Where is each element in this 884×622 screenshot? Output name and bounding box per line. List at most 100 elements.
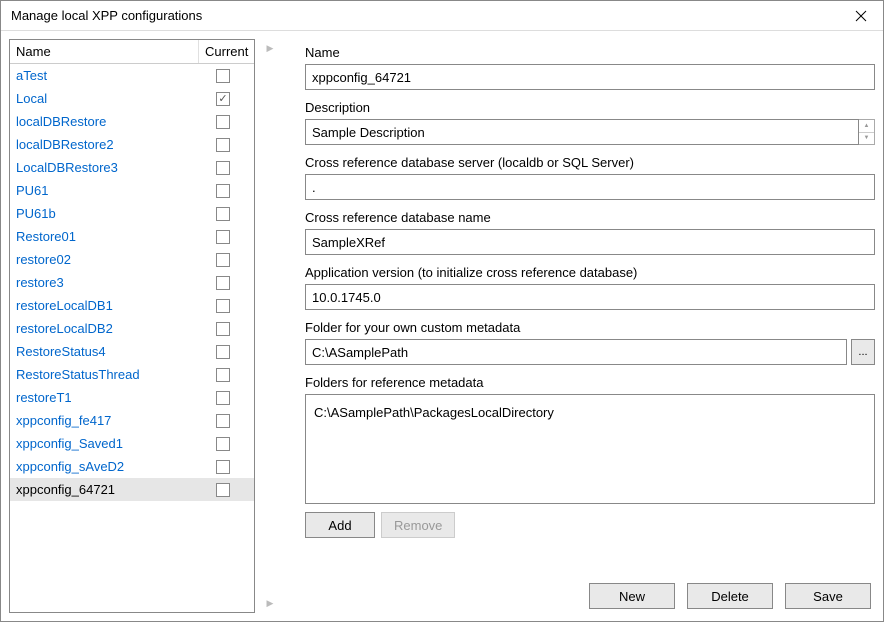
row-current — [198, 460, 248, 474]
checkbox-icon[interactable] — [216, 138, 230, 152]
checkbox-icon[interactable] — [216, 207, 230, 221]
close-icon — [855, 10, 867, 22]
row-current — [198, 161, 248, 175]
row-current — [198, 138, 248, 152]
list-row[interactable]: restoreLocalDB2 — [10, 317, 254, 340]
checkbox-icon[interactable] — [216, 161, 230, 175]
app-version-input[interactable] — [305, 284, 875, 310]
list-row[interactable]: restoreT1 — [10, 386, 254, 409]
row-name: LocalDBRestore3 — [16, 160, 198, 175]
list-row[interactable]: xppconfig_Saved1 — [10, 432, 254, 455]
splitter[interactable]: ▶ ▶ — [263, 39, 277, 613]
list-row[interactable]: Restore01 — [10, 225, 254, 248]
checkbox-icon[interactable]: ✓ — [216, 92, 230, 106]
list-row[interactable]: PU61 — [10, 179, 254, 202]
right-panel: Name Description ▲ ▼ Cross reference dat… — [285, 39, 875, 613]
row-current — [198, 368, 248, 382]
window-title: Manage local XPP configurations — [11, 8, 202, 23]
list-row[interactable]: LocalDBRestore3 — [10, 156, 254, 179]
row-name: PU61b — [16, 206, 198, 221]
row-name: restoreT1 — [16, 390, 198, 405]
list-row[interactable]: RestoreStatusThread — [10, 363, 254, 386]
checkbox-icon[interactable] — [216, 460, 230, 474]
list-row[interactable]: RestoreStatus4 — [10, 340, 254, 363]
list-row[interactable]: PU61b — [10, 202, 254, 225]
browse-button[interactable]: ... — [851, 339, 875, 365]
ref-folder-item[interactable]: C:\ASamplePath\PackagesLocalDirectory — [314, 403, 866, 422]
list-row[interactable]: aTest — [10, 64, 254, 87]
row-current — [198, 345, 248, 359]
list-row[interactable]: localDBRestore — [10, 110, 254, 133]
custom-folder-input[interactable] — [305, 339, 847, 365]
row-name: aTest — [16, 68, 198, 83]
checkbox-icon[interactable] — [216, 414, 230, 428]
row-current — [198, 299, 248, 313]
app-version-label: Application version (to initialize cross… — [305, 265, 875, 280]
checkbox-icon[interactable] — [216, 437, 230, 451]
left-panel: Name Current aTest Local ✓ localDBRestore lo… — [9, 39, 255, 613]
list-row[interactable]: xppconfig_sAveD2 — [10, 455, 254, 478]
new-button[interactable]: New — [589, 583, 675, 609]
row-name: Local — [16, 91, 198, 106]
list-row[interactable]: localDBRestore2 — [10, 133, 254, 156]
row-current — [198, 207, 248, 221]
list-body: aTest Local ✓ localDBRestore localDBRestore2… — [10, 64, 254, 501]
name-input[interactable] — [305, 64, 875, 90]
xref-db-input[interactable] — [305, 229, 875, 255]
checkbox-icon[interactable] — [216, 483, 230, 497]
spinner-down[interactable]: ▼ — [859, 133, 874, 145]
xref-db-label: Cross reference database name — [305, 210, 875, 225]
add-button[interactable]: Add — [305, 512, 375, 538]
checkbox-icon[interactable] — [216, 276, 230, 290]
description-label: Description — [305, 100, 875, 115]
delete-button[interactable]: Delete — [687, 583, 773, 609]
config-list: Name Current aTest Local ✓ localDBRestore lo… — [9, 39, 255, 613]
row-current — [198, 276, 248, 290]
checkbox-icon[interactable] — [216, 345, 230, 359]
row-current — [198, 322, 248, 336]
list-row[interactable]: Local ✓ — [10, 87, 254, 110]
close-button[interactable] — [841, 2, 881, 30]
row-name: xppconfig_Saved1 — [16, 436, 198, 451]
row-name: xppconfig_fe417 — [16, 413, 198, 428]
checkbox-icon[interactable] — [216, 230, 230, 244]
row-name: xppconfig_64721 — [16, 482, 198, 497]
remove-button: Remove — [381, 512, 455, 538]
checkbox-icon[interactable] — [216, 368, 230, 382]
row-name: restoreLocalDB1 — [16, 298, 198, 313]
list-row[interactable]: xppconfig_fe417 — [10, 409, 254, 432]
row-name: PU61 — [16, 183, 198, 198]
row-name: localDBRestore2 — [16, 137, 198, 152]
row-name: xppconfig_sAveD2 — [16, 459, 198, 474]
save-button[interactable]: Save — [785, 583, 871, 609]
chevron-right-icon: ▶ — [267, 43, 274, 54]
ref-folders-listbox[interactable]: C:\ASamplePath\PackagesLocalDirectory — [305, 394, 875, 504]
spinner-up[interactable]: ▲ — [859, 120, 874, 133]
list-row[interactable]: restoreLocalDB1 — [10, 294, 254, 317]
checkbox-icon[interactable] — [216, 184, 230, 198]
list-row[interactable]: xppconfig_64721 — [10, 478, 254, 501]
header-name[interactable]: Name — [10, 40, 199, 63]
form-area: Name Description ▲ ▼ Cross reference dat… — [305, 39, 875, 575]
ref-folders-label: Folders for reference metadata — [305, 375, 875, 390]
list-row[interactable]: restore02 — [10, 248, 254, 271]
checkbox-icon[interactable] — [216, 115, 230, 129]
checkbox-icon[interactable] — [216, 299, 230, 313]
checkbox-icon[interactable] — [216, 69, 230, 83]
row-current — [198, 253, 248, 267]
xref-server-input[interactable] — [305, 174, 875, 200]
footer-buttons: New Delete Save — [305, 575, 875, 613]
titlebar: Manage local XPP configurations — [1, 1, 883, 31]
row-name: Restore01 — [16, 229, 198, 244]
description-input[interactable] — [305, 119, 859, 145]
checkbox-icon[interactable] — [216, 391, 230, 405]
row-current — [198, 230, 248, 244]
checkbox-icon[interactable] — [216, 253, 230, 267]
ellipsis-icon: ... — [858, 346, 867, 358]
row-current: ✓ — [198, 92, 248, 106]
header-current[interactable]: Current — [199, 40, 254, 63]
description-spinner: ▲ ▼ — [859, 119, 875, 145]
row-current — [198, 414, 248, 428]
checkbox-icon[interactable] — [216, 322, 230, 336]
list-row[interactable]: restore3 — [10, 271, 254, 294]
